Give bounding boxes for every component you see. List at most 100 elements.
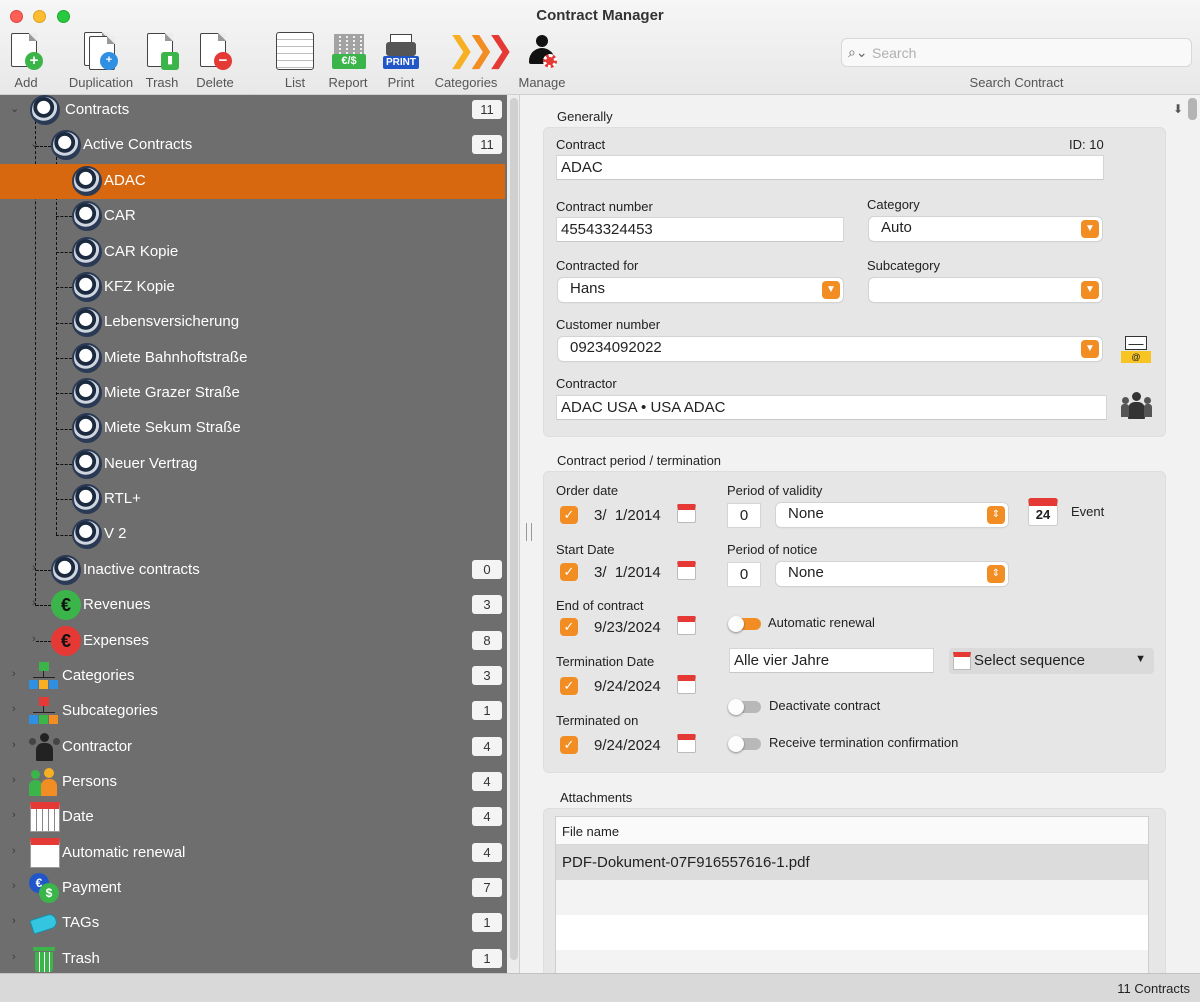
- inactive-contracts-globe-icon: [51, 555, 81, 585]
- period-validity-number[interactable]: 0: [727, 503, 761, 528]
- attachments-table[interactable]: File name PDF-Dokument-07F916557616-1.pd…: [555, 816, 1149, 973]
- sidebar-item-active-contracts[interactable]: ⌄ Active Contracts 11: [0, 128, 505, 163]
- chevron-right-icon[interactable]: ›: [32, 633, 44, 647]
- contract-item[interactable]: Miete Sekum Straße: [0, 411, 505, 446]
- main-scrollbar[interactable]: [1188, 98, 1197, 120]
- sidebar-item-trash[interactable]: › Trash 1: [0, 942, 505, 973]
- contract-item[interactable]: CAR: [0, 199, 505, 234]
- event-calendar-icon[interactable]: 24: [1028, 498, 1058, 526]
- chevron-right-icon[interactable]: ›: [12, 739, 24, 753]
- chevron-right-icon[interactable]: ›: [12, 668, 24, 682]
- chevron-right-icon[interactable]: ›: [12, 915, 24, 929]
- start-date-value[interactable]: 3/ 1/2014: [594, 564, 661, 581]
- select-sequence-button[interactable]: Select sequence ▼: [949, 648, 1154, 674]
- sidebar-item-automatic-renewal[interactable]: › Automatic renewal 4: [0, 836, 505, 871]
- chevron-down-icon[interactable]: ⌄: [10, 102, 22, 116]
- attachment-row[interactable]: PDF-Dokument-07F916557616-1.pdf: [556, 845, 1148, 880]
- chevron-right-icon[interactable]: ›: [32, 562, 44, 576]
- order-date-checkbox[interactable]: ✓: [560, 506, 578, 524]
- chevron-right-icon[interactable]: ›: [32, 597, 44, 611]
- duplication-button[interactable]: + Duplication: [56, 32, 146, 92]
- split-view-handle[interactable]: [526, 523, 532, 541]
- sidebar-item-tags[interactable]: › TAGs 1: [0, 906, 505, 941]
- add-button[interactable]: + Add: [4, 32, 48, 92]
- contract-item[interactable]: RTL+: [0, 482, 505, 517]
- categories-chevrons-icon: ❯❯❯: [447, 31, 514, 69]
- search-input[interactable]: [872, 43, 1172, 63]
- calendar-icon[interactable]: [677, 504, 696, 523]
- calendar-icon[interactable]: [677, 734, 696, 753]
- list-icon: [276, 32, 314, 70]
- customer-number-select[interactable]: 09234092022 ▼: [558, 337, 1102, 361]
- contract-item[interactable]: Lebensversicherung: [0, 305, 505, 340]
- chevron-right-icon[interactable]: ›: [12, 845, 24, 859]
- revenues-euro-icon: €: [51, 590, 81, 620]
- email-icon-button[interactable]: @: [1121, 334, 1151, 364]
- sidebar-item-revenues[interactable]: › € Revenues 3: [0, 588, 505, 623]
- report-button[interactable]: €/$ Report: [326, 32, 370, 92]
- terminated-on-checkbox[interactable]: ✓: [560, 736, 578, 754]
- categories-button[interactable]: ❯❯❯ Categories: [430, 31, 515, 92]
- contract-item[interactable]: KFZ Kopie: [0, 270, 505, 305]
- report-icon: €/$: [329, 32, 367, 70]
- search-field[interactable]: ⌕⌄: [841, 38, 1192, 67]
- contract-item[interactable]: V 2: [0, 517, 505, 552]
- chevron-right-icon[interactable]: ›: [12, 880, 24, 894]
- list-button[interactable]: List: [274, 32, 316, 92]
- contract-item[interactable]: Neuer Vertrag: [0, 447, 505, 482]
- calendar-icon[interactable]: [677, 616, 696, 635]
- sidebar-item-contractor[interactable]: › Contractor 4: [0, 730, 505, 765]
- chevron-right-icon[interactable]: ›: [12, 703, 24, 717]
- contracted-for-select[interactable]: Hans ▼: [558, 278, 843, 302]
- chevron-right-icon[interactable]: ›: [12, 809, 24, 823]
- terminated-on-value[interactable]: 9/24/2024: [594, 737, 661, 754]
- sidebar-item-contracts[interactable]: ⌄ Contracts 11: [0, 95, 505, 128]
- contract-item[interactable]: Miete Grazer Straße: [0, 376, 505, 411]
- sidebar-item-subcategories[interactable]: › Subcategories 1: [0, 694, 505, 729]
- chevron-down-icon[interactable]: ⌄: [30, 137, 42, 151]
- automatic-renewal-toggle[interactable]: [728, 616, 761, 632]
- period-notice-unit-select[interactable]: None ⇕: [776, 562, 1008, 586]
- scroll-down-arrow-icon[interactable]: ⬇: [1173, 102, 1183, 116]
- contractor-people-icon[interactable]: [1121, 390, 1152, 420]
- receive-confirmation-toggle[interactable]: [728, 736, 761, 752]
- contractor-field[interactable]: ADAC USA • USA ADAC: [556, 395, 1107, 420]
- sidebar-item-date[interactable]: › Date 4: [0, 800, 505, 835]
- sidebar-item-payment[interactable]: › € $ Payment 7: [0, 871, 505, 906]
- chevron-right-icon[interactable]: ›: [12, 774, 24, 788]
- file-name-column-header[interactable]: File name: [556, 817, 1148, 845]
- delete-button[interactable]: − Delete: [192, 32, 238, 92]
- termination-date-value[interactable]: 9/24/2024: [594, 678, 661, 695]
- order-date-value[interactable]: 3/ 1/2014: [594, 507, 661, 524]
- contract-globe-icon: [72, 307, 102, 337]
- sidebar[interactable]: ⌄ Contracts 11 ⌄ Active Contracts 11 ADA…: [0, 95, 507, 973]
- deactivate-contract-toggle[interactable]: [728, 699, 761, 715]
- end-contract-value[interactable]: 9/23/2024: [594, 619, 661, 636]
- contract-number-field[interactable]: 45543324453: [556, 217, 844, 242]
- add-document-icon: +: [7, 32, 45, 70]
- print-button[interactable]: PRINT Print: [380, 32, 422, 92]
- termination-date-checkbox[interactable]: ✓: [560, 677, 578, 695]
- trash-button[interactable]: ▮ Trash: [140, 32, 184, 92]
- contract-name-field[interactable]: ADAC: [556, 155, 1104, 180]
- period-notice-number[interactable]: 0: [727, 562, 761, 587]
- sidebar-item-persons[interactable]: › Persons 4: [0, 765, 505, 800]
- end-contract-checkbox[interactable]: ✓: [560, 618, 578, 636]
- sequence-text-field[interactable]: Alle vier Jahre: [729, 648, 934, 673]
- category-select[interactable]: Auto ▼: [869, 217, 1102, 241]
- contract-item-adac[interactable]: ADAC: [0, 164, 505, 199]
- contract-item[interactable]: CAR Kopie: [0, 235, 505, 270]
- sidebar-item-expenses[interactable]: › € Expenses 8: [0, 624, 505, 659]
- manage-button[interactable]: Manage: [514, 32, 570, 92]
- subcategory-select[interactable]: ▼: [869, 278, 1102, 302]
- sidebar-item-inactive-contracts[interactable]: › Inactive contracts 0: [0, 553, 505, 588]
- period-validity-unit-select[interactable]: None ⇕: [776, 503, 1008, 527]
- calendar-icon[interactable]: [677, 675, 696, 694]
- start-date-checkbox[interactable]: ✓: [560, 563, 578, 581]
- calendar-icon[interactable]: [677, 561, 696, 580]
- contract-item[interactable]: Miete Bahnhoftstraße: [0, 341, 505, 376]
- sidebar-item-categories[interactable]: › Categories 3: [0, 659, 505, 694]
- event-label[interactable]: Event: [1071, 504, 1104, 519]
- chevron-right-icon[interactable]: ›: [12, 951, 24, 965]
- sidebar-scrollbar[interactable]: [510, 98, 518, 960]
